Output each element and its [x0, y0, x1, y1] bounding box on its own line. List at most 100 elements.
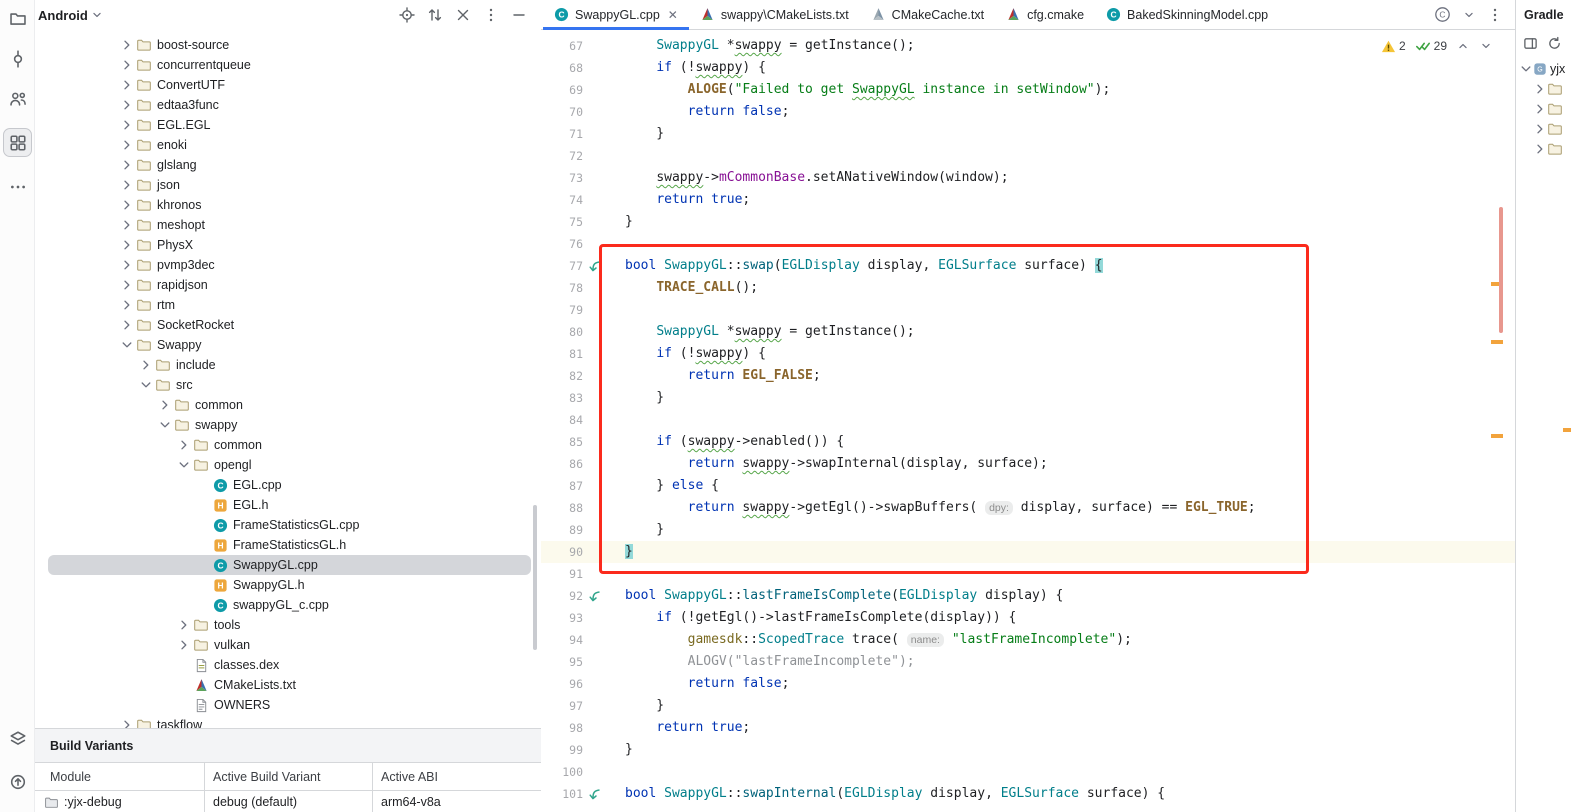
chevron-right-icon[interactable]: [1532, 81, 1548, 97]
project-folder-button[interactable]: [3, 4, 32, 33]
code-line-74[interactable]: 74 return true;: [541, 189, 1515, 211]
code-line-81[interactable]: 81 if (!swappy) {: [541, 343, 1515, 365]
chevron-down-icon[interactable]: [176, 457, 192, 473]
chevron-right-icon[interactable]: [176, 437, 192, 453]
code-line-75[interactable]: 75}: [541, 211, 1515, 233]
tree-item-egl-egl[interactable]: EGL.EGL: [35, 115, 541, 135]
build-variants-button[interactable]: [3, 724, 32, 753]
code-line-95[interactable]: 95 ALOGV("lastFrameIncomplete");: [541, 651, 1515, 673]
chevron-right-icon[interactable]: [119, 197, 135, 213]
code-line-92[interactable]: 92 bool SwappyGL::lastFrameIsComplete(EGL…: [541, 585, 1515, 607]
tree-item-khronos[interactable]: khronos: [35, 195, 541, 215]
previous-highlight-icon[interactable]: [1456, 39, 1470, 53]
chevron-right-icon[interactable]: [119, 237, 135, 253]
project-tree-scrollbar[interactable]: [533, 505, 537, 650]
locate-file-icon[interactable]: [399, 7, 415, 23]
tree-item-opengl[interactable]: opengl: [35, 455, 541, 475]
tree-item-edtaa3func[interactable]: edtaa3func: [35, 95, 541, 115]
code-line-87[interactable]: 87 } else {: [541, 475, 1515, 497]
tree-item-swappygl-c-cpp[interactable]: CswappyGL_c.cpp: [35, 595, 541, 615]
code-line-99[interactable]: 99}: [541, 739, 1515, 761]
module-cell[interactable]: :yjx-debug: [35, 791, 205, 812]
tab-cmakecache-txt[interactable]: CMakeCache.txt: [860, 0, 995, 29]
tree-item-include[interactable]: include: [35, 355, 541, 375]
code-line-83[interactable]: 83 }: [541, 387, 1515, 409]
code-line-77[interactable]: 77 bool SwappyGL::swap(EGLDisplay display…: [541, 255, 1515, 277]
commit-button[interactable]: [3, 44, 32, 73]
tree-item-swappy[interactable]: swappy: [35, 415, 541, 435]
tree-item-framestatisticsgl-cpp[interactable]: C FrameStatisticsGL.cpp: [35, 515, 541, 535]
tree-item-swappygl-h[interactable]: H SwappyGL.h: [35, 575, 541, 595]
chevron-down-icon[interactable]: [157, 417, 173, 433]
chevron-down-icon[interactable]: [1462, 8, 1476, 22]
chevron-right-icon[interactable]: [138, 357, 154, 373]
code-line-79[interactable]: 79: [541, 299, 1515, 321]
refresh-icon[interactable]: [1547, 36, 1562, 51]
code-line-72[interactable]: 72: [541, 145, 1515, 167]
bv-data-row[interactable]: :yjx-debug debug (default) arm64-v8a: [35, 791, 541, 812]
variant-cell[interactable]: debug (default): [205, 791, 373, 812]
tree-item-cmakelists-txt[interactable]: CMakeLists.txt: [35, 675, 541, 695]
tree-item-owners[interactable]: OWNERS: [35, 695, 541, 715]
abi-cell[interactable]: arm64-v8a: [373, 791, 541, 812]
chevron-right-icon[interactable]: [119, 117, 135, 133]
code-line-88[interactable]: 88 return swappy->getEgl()->swapBuffers(…: [541, 497, 1515, 519]
error-stripe-mark[interactable]: [1491, 434, 1503, 438]
code-line-82[interactable]: 82 return EGL_FALSE;: [541, 365, 1515, 387]
code-line-67[interactable]: 67 SwappyGL *swappy = getInstance();: [541, 35, 1515, 57]
chevron-right-icon[interactable]: [176, 637, 192, 653]
chevron-right-icon[interactable]: [119, 297, 135, 313]
tab-cfg-cmake[interactable]: cfg.cmake: [995, 0, 1095, 29]
code-line-94[interactable]: 94 gamesdk::ScopedTrace trace( name: "la…: [541, 629, 1515, 651]
code-line-68[interactable]: 68 if (!swappy) {: [541, 57, 1515, 79]
gradle-tree-item[interactable]: [1516, 79, 1571, 99]
tree-item-boost-source[interactable]: boost-source: [35, 35, 541, 55]
chevron-right-icon[interactable]: [119, 77, 135, 93]
chevron-right-icon[interactable]: [119, 137, 135, 153]
ok-indicator[interactable]: 29: [1415, 38, 1447, 54]
tree-item-enoki[interactable]: enoki: [35, 135, 541, 155]
tree-item-swappy[interactable]: Swappy: [35, 335, 541, 355]
code-line-80[interactable]: 80 SwappyGL *swappy = getInstance();: [541, 321, 1515, 343]
tree-item-pvmp3dec[interactable]: pvmp3dec: [35, 255, 541, 275]
tree-item-taskflow[interactable]: taskflow: [35, 715, 541, 728]
tree-item-glslang[interactable]: glslang: [35, 155, 541, 175]
warnings-indicator[interactable]: 2: [1381, 39, 1406, 54]
code-line-73[interactable]: 73 swappy->mCommonBase.setANativeWindow(…: [541, 167, 1515, 189]
code-line-70[interactable]: 70 return false;: [541, 101, 1515, 123]
tree-item-concurrentqueue[interactable]: concurrentqueue: [35, 55, 541, 75]
code-line-78[interactable]: 78 TRACE_CALL();: [541, 277, 1515, 299]
tree-item-swappygl-cpp[interactable]: C SwappyGL.cpp: [48, 555, 531, 575]
tree-item-socketrocket[interactable]: SocketRocket: [35, 315, 541, 335]
chevron-right-icon[interactable]: [119, 37, 135, 53]
gradle-tree-item[interactable]: [1516, 99, 1571, 119]
code-line-100[interactable]: 100: [541, 761, 1515, 783]
code-line-101[interactable]: 101 bool SwappyGL::swapInternal(EGLDispla…: [541, 783, 1515, 805]
tree-item-tools[interactable]: tools: [35, 615, 541, 635]
error-stripe-mark[interactable]: [1491, 340, 1503, 344]
chevron-down-icon[interactable]: [138, 377, 154, 393]
chevron-right-icon[interactable]: [119, 57, 135, 73]
resource-manager-button[interactable]: [3, 128, 32, 157]
tree-item-common[interactable]: common: [35, 395, 541, 415]
chevron-right-icon[interactable]: [119, 277, 135, 293]
tab-bakedskinningmodel-cpp[interactable]: C BakedSkinningModel.cpp: [1095, 0, 1279, 29]
tab-swappygl-cpp[interactable]: C SwappyGL.cpp ✕: [543, 0, 689, 30]
tree-item-egl-cpp[interactable]: C EGL.cpp: [35, 475, 541, 495]
code-line-97[interactable]: 97 }: [541, 695, 1515, 717]
chevron-down-icon[interactable]: [119, 337, 135, 353]
tree-item-framestatisticsgl-h[interactable]: H FrameStatisticsGL.h: [35, 535, 541, 555]
chevron-right-icon[interactable]: [119, 157, 135, 173]
chevron-right-icon[interactable]: [119, 717, 135, 728]
editor-scrollbar[interactable]: [1499, 207, 1503, 333]
tab-close-icon[interactable]: ✕: [668, 9, 678, 21]
code-line-71[interactable]: 71 }: [541, 123, 1515, 145]
hide-panel-icon[interactable]: [511, 7, 527, 23]
code-line-93[interactable]: 93 if (!getEgl()->lastFrameIsComplete(di…: [541, 607, 1515, 629]
tree-item-rapidjson[interactable]: rapidjson: [35, 275, 541, 295]
tree-item-src[interactable]: src: [35, 375, 541, 395]
more-tools-button[interactable]: [3, 172, 32, 201]
tree-item-vulkan[interactable]: vulkan: [35, 635, 541, 655]
close-icon[interactable]: [455, 7, 471, 23]
tree-item-json[interactable]: json: [35, 175, 541, 195]
